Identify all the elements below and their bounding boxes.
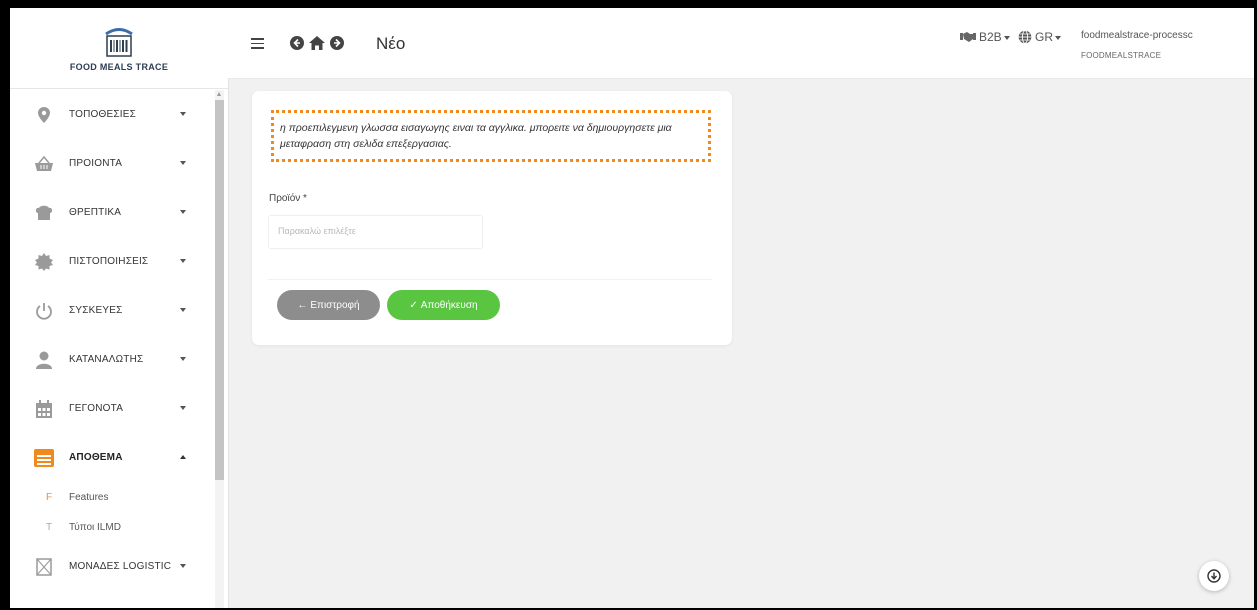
sidebar-subitem-features[interactable]: F Features bbox=[10, 482, 214, 512]
back-arrow-icon[interactable] bbox=[290, 36, 304, 50]
sidebar-item-inventory[interactable]: ΑΠΟΘΕΜΑ bbox=[10, 433, 214, 482]
language-label: GR bbox=[1035, 30, 1053, 44]
sidebar-item-certifications[interactable]: ΠΙΣΤΟΠΟΙΗΣΕΙΣ bbox=[10, 237, 214, 286]
sidebar-subitem-ilmd-types[interactable]: T Τύποι ILMD bbox=[10, 512, 214, 542]
scroll-down-button[interactable] bbox=[1199, 561, 1229, 591]
language-notice: η προεπιλεγμενη γλωσσα εισαγωγης ειναι τ… bbox=[271, 110, 711, 162]
box-icon bbox=[34, 557, 54, 577]
page-title: Νέο bbox=[376, 34, 406, 53]
b2b-menu[interactable]: B2B bbox=[960, 30, 1010, 44]
sidebar-item-label: ΘΡΕΠΤΙΚΑ bbox=[69, 207, 122, 218]
sidebar-item-label: ΣΥΣΚΕΥΕΣ bbox=[69, 305, 123, 316]
menu-toggle-icon[interactable] bbox=[251, 38, 264, 49]
handshake-icon bbox=[960, 32, 976, 42]
sidebar-item-locations[interactable]: ΤΟΠΟΘΕΣΙΕΣ bbox=[10, 90, 214, 139]
user-organization: FOODMEALSTRACE bbox=[1081, 51, 1162, 60]
chevron-down-icon bbox=[180, 210, 186, 214]
user-name[interactable]: foodmealstrace-processc bbox=[1081, 30, 1193, 41]
chevron-down-icon bbox=[180, 406, 186, 410]
calendar-icon bbox=[34, 399, 54, 419]
sidebar-item-products[interactable]: ΠΡΟΙΟΝΤΑ bbox=[10, 139, 214, 188]
globe-icon bbox=[1018, 30, 1032, 44]
brand[interactable]: FOOD MEALS TRACE bbox=[10, 8, 228, 89]
chevron-down-icon bbox=[1055, 35, 1061, 40]
product-select[interactable]: Παρακαλώ επιλέξτε bbox=[268, 215, 483, 249]
chevron-down-icon bbox=[180, 112, 186, 116]
save-button[interactable]: ✓ Αποθήκευση bbox=[387, 290, 500, 320]
sidebar-item-label: ΚΑΤΑΝΑΛΩΤΗΣ bbox=[69, 354, 144, 365]
user-icon bbox=[34, 350, 54, 370]
certificate-badge-icon bbox=[34, 252, 54, 272]
save-button-label: Αποθήκευση bbox=[420, 299, 478, 311]
subitem-letter: F bbox=[46, 491, 53, 503]
warehouse-icon bbox=[34, 448, 54, 468]
basket-icon bbox=[34, 154, 54, 174]
brand-name: FOOD MEALS TRACE bbox=[69, 62, 169, 72]
sidebar-nav: ΤΟΠΟΘΕΣΙΕΣ ΠΡΟΙΟΝΤΑ ΘΡΕΠΤΙΚΑ ΠΙΣΤΟΠΟΙΗΣΕ… bbox=[10, 90, 214, 591]
chevron-down-icon bbox=[1003, 35, 1010, 40]
sidebar-item-label: ΤΟΠΟΘΕΣΙΕΣ bbox=[69, 109, 136, 120]
scroll-up-arrow-icon[interactable] bbox=[217, 92, 221, 96]
sidebar-item-label: ΜΟΝΑΔΕΣ LOGISTIC bbox=[69, 561, 172, 572]
chevron-down-icon bbox=[180, 161, 186, 165]
scrollbar-thumb[interactable] bbox=[215, 100, 224, 480]
sidebar-scrollbar[interactable] bbox=[215, 90, 224, 608]
power-icon bbox=[34, 301, 54, 321]
form-divider bbox=[268, 279, 712, 280]
arrow-down-circle-icon bbox=[1207, 569, 1221, 583]
back-button-label: Επιστροφή bbox=[310, 299, 360, 311]
chevron-down-icon bbox=[180, 308, 186, 312]
chevron-down-icon bbox=[180, 357, 186, 361]
chevron-up-icon bbox=[180, 455, 186, 459]
language-menu[interactable]: GR bbox=[1018, 30, 1061, 44]
subitem-label: Features bbox=[69, 491, 109, 503]
sidebar-item-devices[interactable]: ΣΥΣΚΕΥΕΣ bbox=[10, 286, 214, 335]
chevron-down-icon bbox=[180, 259, 186, 263]
app-window: FOOD MEALS TRACE ΤΟΠΟΘΕΣΙΕΣ ΠΡΟΙΟΝΤΑ ΘΡΕ… bbox=[10, 8, 1254, 608]
sidebar-item-logistic-units[interactable]: ΜΟΝΑΔΕΣ LOGISTIC bbox=[10, 542, 214, 591]
arrow-left-icon: ← bbox=[297, 299, 308, 311]
back-button[interactable]: ← Επιστροφή bbox=[277, 290, 380, 320]
sidebar-item-nutrition[interactable]: ΘΡΕΠΤΙΚΑ bbox=[10, 188, 214, 237]
chef-hat-icon bbox=[34, 203, 54, 223]
form-card: η προεπιλεγμενη γλωσσα εισαγωγης ειναι τ… bbox=[252, 91, 732, 345]
sidebar-item-events[interactable]: ΓΕΓΟΝΟΤΑ bbox=[10, 384, 214, 433]
barcode-logo-icon bbox=[105, 28, 133, 57]
sidebar: FOOD MEALS TRACE ΤΟΠΟΘΕΣΙΕΣ ΠΡΟΙΟΝΤΑ ΘΡΕ… bbox=[10, 8, 229, 608]
forward-arrow-icon[interactable] bbox=[330, 36, 344, 50]
b2b-label: B2B bbox=[979, 30, 1002, 44]
top-bar: Νέο B2B GR foodmealstrace-processc FOODM… bbox=[228, 8, 1254, 79]
map-pin-icon bbox=[34, 105, 54, 125]
chevron-down-icon bbox=[180, 564, 186, 568]
sidebar-item-label: ΠΙΣΤΟΠΟΙΗΣΕΙΣ bbox=[69, 256, 149, 267]
product-field-label: Προϊόν * bbox=[269, 193, 307, 204]
sidebar-item-label: ΑΠΟΘΕΜΑ bbox=[69, 452, 123, 463]
home-icon[interactable] bbox=[309, 36, 325, 50]
sidebar-item-label: ΠΡΟΙΟΝΤΑ bbox=[69, 158, 123, 169]
sidebar-item-consumer[interactable]: ΚΑΤΑΝΑΛΩΤΗΣ bbox=[10, 335, 214, 384]
subitem-label: Τύποι ILMD bbox=[69, 521, 121, 533]
subitem-letter: T bbox=[46, 521, 53, 533]
check-icon: ✓ bbox=[409, 299, 418, 311]
sidebar-item-label: ΓΕΓΟΝΟΤΑ bbox=[69, 403, 124, 414]
